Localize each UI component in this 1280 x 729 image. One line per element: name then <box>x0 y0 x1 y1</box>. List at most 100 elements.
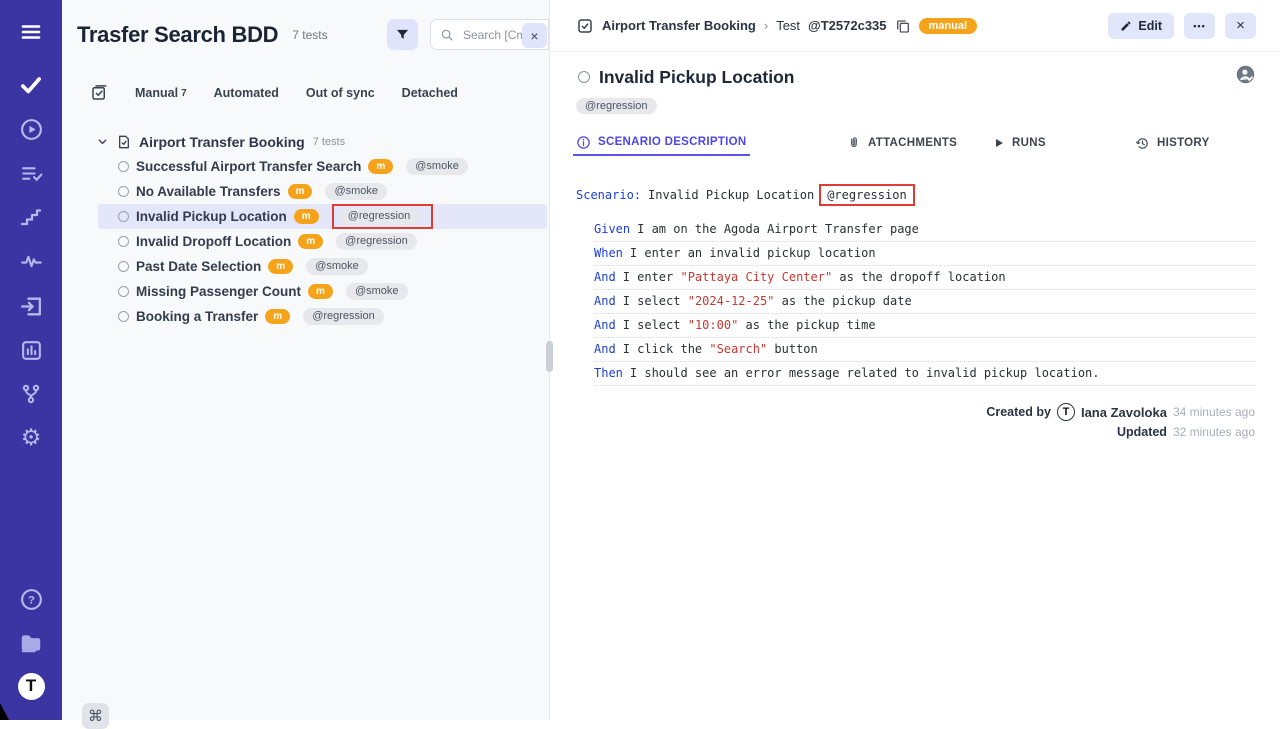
test-tree-item[interactable]: Booking a Transfer m @regression <box>98 304 547 329</box>
tab-automated[interactable]: Automated <box>214 86 279 100</box>
test-tree-item[interactable]: Missing Passenger Count m @smoke <box>98 279 547 304</box>
test-status-icon <box>118 211 129 222</box>
author-avatar[interactable]: T <box>1057 403 1075 421</box>
test-tag: @smoke <box>406 158 468 175</box>
list-check-icon[interactable] <box>17 159 45 187</box>
tab-manual[interactable]: Manual7 <box>135 86 187 100</box>
step-text: I enter an invalid pickup location <box>630 246 876 260</box>
step-text: as the pickup date <box>774 294 911 308</box>
gherkin-step: AndI click the "Search" button <box>594 338 1255 362</box>
menu-icon[interactable] <box>17 18 45 46</box>
created-row: Created by T Iana Zavoloka 34 minutes ag… <box>986 403 1255 421</box>
test-tree-item[interactable]: Invalid Pickup Location m @regression <box>98 204 547 229</box>
updated-label: Updated <box>1117 425 1167 439</box>
edit-button[interactable]: Edit <box>1108 13 1174 39</box>
test-tree-item[interactable]: No Available Transfers m @smoke <box>98 179 547 204</box>
filter-tabs: Manual7 Automated Out of sync Detached <box>90 84 458 102</box>
tag-annotation-wrap: @regression <box>336 233 417 250</box>
gherkin-step: AndI select "10:00" as the pickup time <box>594 314 1255 338</box>
step-text: as the pickup time <box>738 318 875 332</box>
tab-out-of-sync[interactable]: Out of sync <box>306 86 375 100</box>
step-segments: I enter "Pattaya City Center" as the dro… <box>623 270 1006 284</box>
history-icon <box>1135 136 1150 151</box>
help-icon[interactable]: ? <box>17 585 45 613</box>
test-tree-item[interactable]: Past Date Selection m @smoke <box>98 254 547 279</box>
suite-row[interactable]: Airport Transfer Booking 7 tests <box>62 129 549 154</box>
scenario-keyword: Scenario: <box>576 188 641 202</box>
project-tests-count: 7 tests <box>292 28 327 42</box>
suite-file-icon <box>116 134 132 150</box>
tab-history[interactable]: HISTORY <box>1132 130 1213 156</box>
scrollbar-thumb[interactable] <box>546 341 553 372</box>
search-clear-button[interactable]: × <box>522 23 547 48</box>
step-segments: I am on the Agoda Airport Transfer page <box>637 222 919 236</box>
scenario-tag-annotated: @regression <box>819 184 914 206</box>
suite-tests-count: 7 tests <box>313 136 345 148</box>
gherkin-step: WhenI enter an invalid pickup location <box>594 242 1255 266</box>
step-keyword: And <box>594 270 616 284</box>
step-text: as the dropoff location <box>832 270 1005 284</box>
test-status-icon <box>118 161 129 172</box>
test-tree-list: Successful Airport Transfer Search m @sm… <box>62 154 549 329</box>
test-name: Invalid Pickup Location <box>136 209 287 224</box>
gear-icon[interactable]: ⚙ <box>17 424 45 452</box>
folder-icon[interactable] <box>17 629 45 657</box>
app-sidebar: ⚙ ? T <box>0 0 62 720</box>
test-tree-item[interactable]: Successful Airport Transfer Search m @sm… <box>98 154 547 179</box>
test-title-row: Invalid Pickup Location <box>578 64 1256 90</box>
branch-icon[interactable] <box>17 380 45 408</box>
step-keyword: Then <box>594 366 623 380</box>
tag-annotation-wrap: @smoke <box>346 283 408 300</box>
step-string-param: "Search" <box>709 342 767 356</box>
select-tests-icon[interactable] <box>90 84 108 102</box>
tab-attachments[interactable]: ATTACHMENTS <box>844 130 960 156</box>
command-shortcut-button[interactable]: ⌘ <box>82 703 109 729</box>
suite-name: Airport Transfer Booking <box>139 134 305 150</box>
tab-detached[interactable]: Detached <box>402 86 458 100</box>
logo[interactable]: T <box>17 672 45 700</box>
activity-icon[interactable] <box>17 247 45 275</box>
breadcrumb-suite[interactable]: Airport Transfer Booking <box>602 18 756 33</box>
gherkin-step: AndI select "2024-12-25" as the pickup d… <box>594 290 1255 314</box>
more-actions-button[interactable]: ••• <box>1184 13 1215 39</box>
chevron-down-icon[interactable] <box>96 135 109 148</box>
step-segments: I select "2024-12-25" as the pickup date <box>623 294 912 308</box>
project-title: Trasfer Search BDD <box>77 22 278 48</box>
step-text: I select <box>623 294 688 308</box>
sign-in-icon[interactable] <box>17 292 45 320</box>
test-tree-item[interactable]: Invalid Dropoff Location m @regression <box>98 229 547 254</box>
test-status-icon <box>578 71 590 83</box>
tab-runs[interactable]: RUNS <box>990 130 1049 156</box>
test-status-icon <box>118 286 129 297</box>
left-panel-header: Trasfer Search BDD 7 tests × <box>77 18 549 52</box>
created-time: 34 minutes ago <box>1173 405 1255 419</box>
test-tag: @smoke <box>306 258 368 275</box>
test-status-icon <box>118 236 129 247</box>
close-button[interactable]: × <box>1225 13 1256 39</box>
tab-scenario-description[interactable]: SCENARIO DESCRIPTION <box>573 130 750 156</box>
test-list-panel: Trasfer Search BDD 7 tests × Manual7 Aut… <box>62 0 549 720</box>
mouse-cursor <box>0 703 13 720</box>
tests-check-icon[interactable] <box>17 71 45 99</box>
step-segments: I select "10:00" as the pickup time <box>623 318 876 332</box>
test-tag: @regression <box>303 308 384 325</box>
step-string-param: "2024-12-25" <box>688 294 775 308</box>
copy-id-button[interactable] <box>895 18 911 34</box>
step-text: I enter <box>623 270 681 284</box>
play-circle-icon[interactable] <box>17 115 45 143</box>
logo-letter: T <box>18 673 45 700</box>
steps-icon[interactable] <box>17 203 45 231</box>
tag-annotation-wrap: @smoke <box>306 258 368 275</box>
manual-badge: m <box>288 184 313 199</box>
manual-badge: m <box>368 159 393 174</box>
bar-chart-icon[interactable] <box>17 336 45 364</box>
step-keyword: Given <box>594 222 630 236</box>
breadcrumb-test-label: Test <box>776 18 800 33</box>
manual-status-badge: manual <box>919 18 978 34</box>
scenario-steps: Given I am on the Agoda Airport Transfer … <box>594 218 1255 386</box>
test-tag: @regression <box>336 233 417 250</box>
filter-button[interactable] <box>387 19 418 50</box>
assignee-avatar-icon[interactable] <box>1235 64 1256 90</box>
search-box: × <box>430 19 549 50</box>
search-icon <box>440 28 454 42</box>
